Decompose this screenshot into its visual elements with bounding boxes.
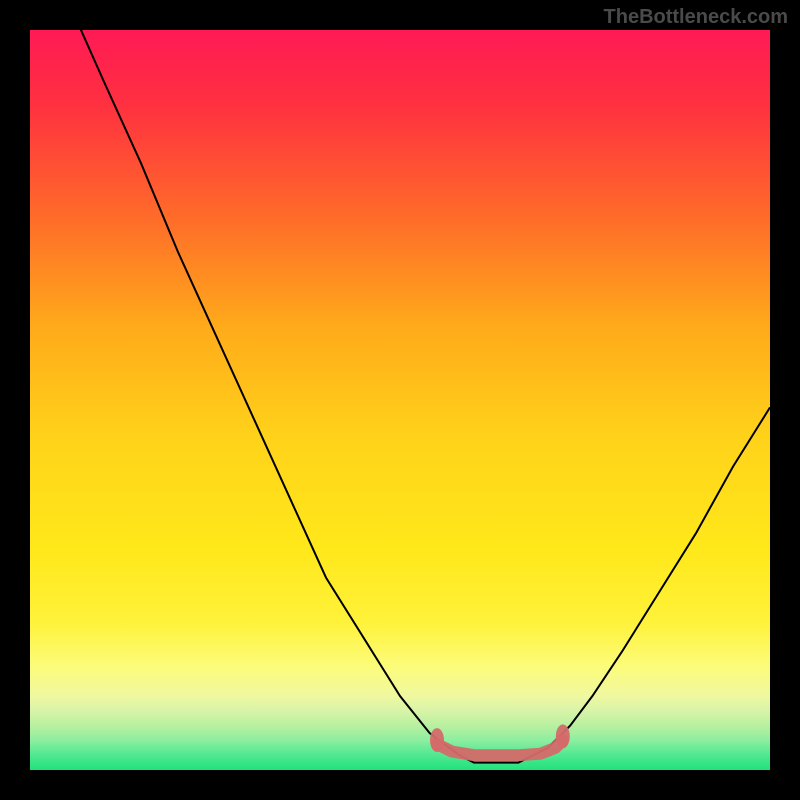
- chart-container: TheBottleneck.com: [0, 0, 800, 800]
- flat-zone-end-marker: [556, 724, 570, 748]
- plot-area: [30, 30, 770, 770]
- gradient-background: [30, 30, 770, 770]
- flat-zone-end-marker: [430, 728, 444, 752]
- chart-svg: [30, 30, 770, 770]
- watermark-text: TheBottleneck.com: [604, 6, 788, 29]
